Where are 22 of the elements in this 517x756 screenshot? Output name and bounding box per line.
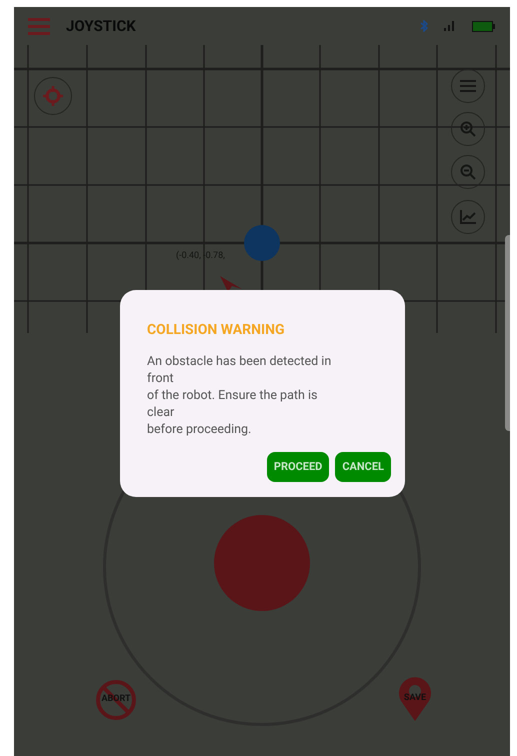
zoom-in-button[interactable]	[451, 112, 485, 146]
battery-icon	[472, 20, 496, 32]
robot-arrow-icon	[220, 276, 242, 292]
sliders-icon	[460, 79, 476, 93]
proceed-button[interactable]: PROCEED	[266, 452, 330, 482]
recenter-button[interactable]	[34, 77, 72, 115]
settings-button[interactable]	[451, 69, 485, 103]
dialog-title: COLLISION WARNING	[147, 321, 286, 340]
chart-icon	[460, 210, 476, 224]
origin-marker-icon	[244, 225, 280, 261]
chart-button[interactable]	[451, 200, 485, 234]
scroll-handle[interactable]	[505, 235, 510, 431]
zoom-out-button[interactable]	[451, 155, 485, 189]
abort-button[interactable]: ABORT	[96, 680, 136, 720]
signal-icon	[444, 21, 456, 31]
bluetooth-icon	[420, 20, 428, 32]
zoom-out-icon	[460, 164, 476, 180]
dialog-message: An obstacle has been detected in front of the robot. Ensure the path is clear before proceeding.	[147, 353, 332, 438]
menu-icon[interactable]	[28, 17, 50, 35]
zoom-in-icon	[460, 121, 476, 137]
crosshair-icon	[43, 86, 63, 106]
cancel-button[interactable]: CANCEL	[335, 452, 391, 482]
